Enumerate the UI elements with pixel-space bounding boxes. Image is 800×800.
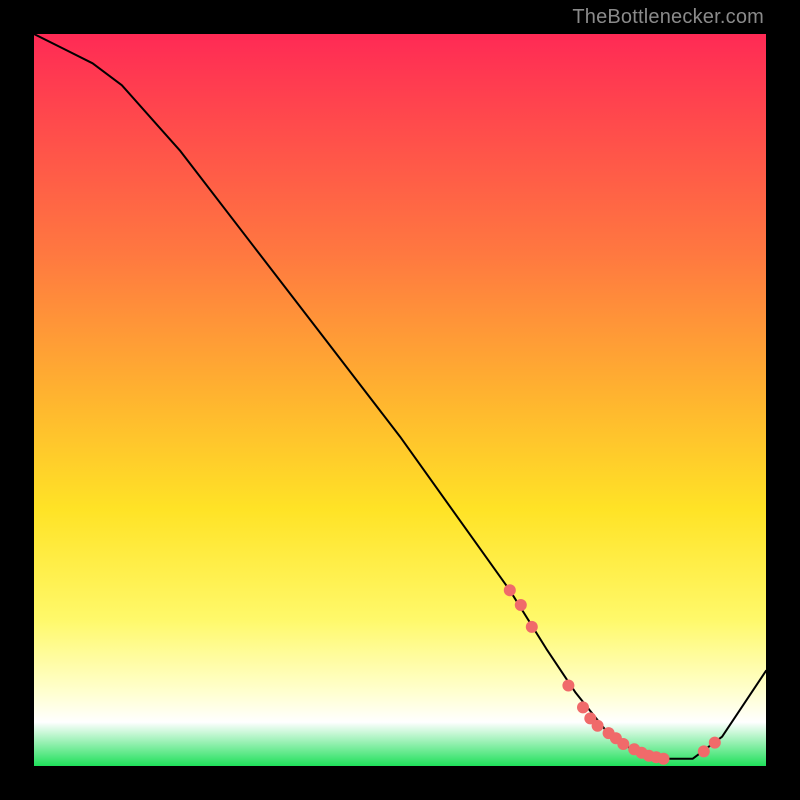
marker-dot (515, 599, 527, 611)
bottleneck-curve (34, 34, 766, 759)
marker-dot (504, 584, 516, 596)
marker-dot (592, 720, 604, 732)
marker-group (504, 584, 721, 764)
marker-dot (709, 737, 721, 749)
curve-layer (34, 34, 766, 766)
marker-dot (562, 680, 574, 692)
marker-dot (617, 738, 629, 750)
attribution-text: TheBottlenecker.com (572, 6, 764, 29)
marker-dot (526, 621, 538, 633)
plot-area (34, 34, 766, 766)
chart-container: TheBottlenecker.com (0, 0, 800, 800)
marker-dot (698, 745, 710, 757)
marker-dot (577, 701, 589, 713)
marker-dot (658, 753, 670, 765)
